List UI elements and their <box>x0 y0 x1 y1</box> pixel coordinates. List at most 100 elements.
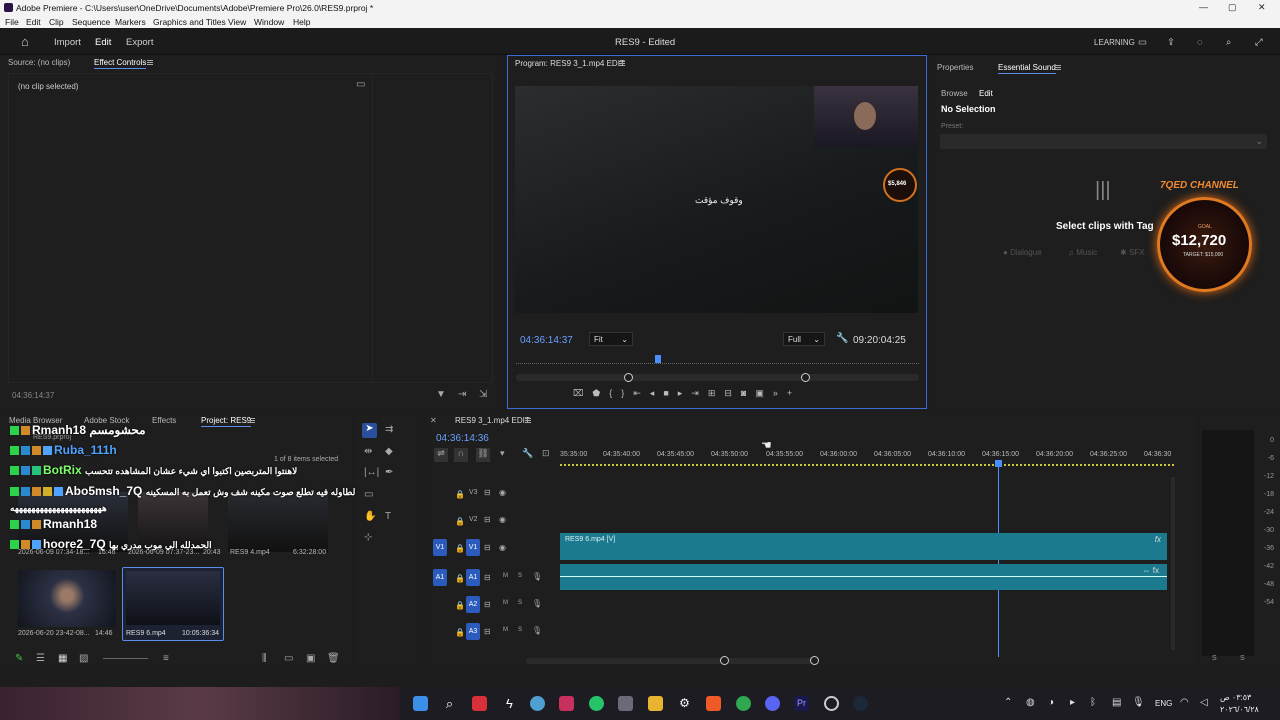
freeform-view-icon[interactable]: ▧ <box>79 653 88 664</box>
gear-icon[interactable]: ⚙ <box>677 696 692 711</box>
panel-menu-icon[interactable] <box>619 61 625 66</box>
zoom-slider[interactable] <box>103 658 148 659</box>
mute-button[interactable]: M <box>503 627 508 633</box>
track-name[interactable]: V2 <box>469 516 478 523</box>
timeline-timecode[interactable]: 04:36:14:36 <box>436 433 489 444</box>
solo-button[interactable]: S <box>518 627 522 633</box>
clock-time[interactable]: ٠٣:٥٣ ص <box>1220 693 1251 702</box>
toggle-timeline-icon[interactable]: ▭ <box>356 80 365 90</box>
new-bin-icon[interactable]: ▭ <box>284 653 293 664</box>
icon-view-icon[interactable]: ▦ <box>58 653 67 664</box>
close-tab-icon[interactable]: ✕ <box>430 416 437 426</box>
mark-in-icon[interactable]: { <box>609 388 621 398</box>
menu-clip[interactable]: Clip <box>49 17 64 27</box>
razor-icon[interactable]: ◆ <box>385 447 393 457</box>
sfx-button[interactable]: ✱ SFX <box>1120 248 1145 257</box>
volume-icon[interactable]: ◁ <box>1200 697 1208 708</box>
vertical-scrollbar[interactable] <box>1171 477 1175 650</box>
list-view-icon[interactable]: ☰ <box>36 653 45 664</box>
settings-wrench-icon[interactable]: 🔧 <box>522 448 533 459</box>
hand-icon[interactable]: ✋ <box>364 512 376 522</box>
lightning-icon[interactable]: ϟ <box>502 696 517 711</box>
tab-program[interactable]: Program: RES9 3_1.mp4 EDIT <box>515 59 625 68</box>
tab-effect-controls[interactable]: Effect Controls <box>94 58 147 69</box>
slip-icon[interactable]: |↔| <box>364 468 379 478</box>
menu-graphics[interactable]: Graphics and Titles <box>153 17 226 27</box>
menu-sequence[interactable]: Sequence <box>72 17 110 27</box>
snap-icon[interactable]: ∩ <box>454 448 468 462</box>
menu-edit[interactable]: Edit <box>26 17 41 27</box>
brave-icon[interactable] <box>706 696 721 711</box>
overwrite-icon[interactable]: ⊟ <box>724 388 741 398</box>
app-icon[interactable] <box>472 696 487 711</box>
step-forward-icon[interactable]: ▸ <box>678 388 692 398</box>
marker-icon[interactable]: ⬟ <box>592 388 609 398</box>
sync-icon[interactable]: ⊟ <box>484 600 491 609</box>
tab-project[interactable]: Project: RES9 <box>201 416 252 427</box>
horizontal-scrollbar[interactable] <box>526 658 816 664</box>
tray-app-icon[interactable]: ◍ <box>1026 697 1035 708</box>
app-icon[interactable] <box>589 696 604 711</box>
camera-icon[interactable]: ◙ <box>741 388 755 398</box>
discord-icon[interactable] <box>765 696 780 711</box>
insert-sequence-icon[interactable]: ⇌ <box>434 448 448 462</box>
time-ruler[interactable]: 35:35:00 04:35:40:00 04:35:45:00 04:35:5… <box>560 448 1174 466</box>
maximize-icon[interactable]: ▢ <box>1228 2 1237 13</box>
music-button[interactable]: ♫ Music <box>1068 248 1097 257</box>
eye-icon[interactable]: ◉ <box>499 543 506 552</box>
tray-app-icon[interactable]: ▤ <box>1112 697 1121 708</box>
menu-help[interactable]: Help <box>293 17 310 27</box>
track-target-a2[interactable]: A2 <box>466 596 480 613</box>
sync-icon[interactable]: ⊟ <box>484 573 491 582</box>
lock-icon[interactable]: 🔒 <box>455 601 465 610</box>
insert-icon[interactable]: ⊞ <box>708 388 725 398</box>
scroll-handle-left[interactable] <box>720 656 729 665</box>
import-tab[interactable]: Import <box>54 37 81 48</box>
mark-out-icon[interactable]: } <box>621 388 633 398</box>
track-name[interactable]: V3 <box>469 489 478 496</box>
tray-app-icon[interactable]: ◑ <box>1048 697 1054 708</box>
lock-icon[interactable]: 🔒 <box>455 517 465 526</box>
wrench-icon[interactable]: 🔧 <box>836 334 848 344</box>
network-icon[interactable]: ◠ <box>1180 697 1189 708</box>
zoom-scrollbar[interactable] <box>516 374 919 381</box>
compare-icon[interactable]: ▣ <box>755 388 773 398</box>
menu-markers[interactable]: Markers <box>115 17 146 27</box>
program-timecode[interactable]: 04:36:14:37 <box>520 335 573 346</box>
preset-select[interactable]: ⌄ <box>940 134 1267 149</box>
start-icon[interactable] <box>413 696 428 711</box>
close-icon[interactable]: ✕ <box>1258 2 1266 13</box>
sort-icon[interactable]: ≡ <box>163 653 169 664</box>
tab-properties[interactable]: Properties <box>937 63 973 72</box>
premiere-taskbar-icon[interactable]: Pr <box>794 696 809 711</box>
more-icon[interactable]: » <box>773 388 787 398</box>
track-target-v1[interactable]: V1 <box>466 539 480 556</box>
lock-icon[interactable]: 🔒 <box>455 628 465 637</box>
bluetooth-icon[interactable]: ᛒ <box>1090 697 1096 708</box>
pencil-icon[interactable]: ✎ <box>15 653 23 664</box>
go-to-in-icon[interactable]: ⇤ <box>633 388 650 398</box>
rectangle-icon[interactable]: ▭ <box>364 490 373 500</box>
linked-selection-icon[interactable]: ⛓ <box>476 448 490 462</box>
dialogue-button[interactable]: ● Dialogue <box>1003 248 1042 257</box>
progress-icon[interactable]: ◌ <box>1197 37 1203 48</box>
solo-button[interactable]: S <box>518 600 522 606</box>
tab-essential-sound[interactable]: Essential Sound <box>998 63 1056 74</box>
source-patch-a1[interactable]: A1 <box>433 569 447 586</box>
lock-icon[interactable]: 🔒 <box>455 544 465 553</box>
ripple-edit-icon[interactable]: ⇹ <box>364 447 372 457</box>
go-to-out-icon[interactable]: ⇥ <box>691 388 708 398</box>
menu-view[interactable]: View <box>228 17 246 27</box>
filter-icon[interactable]: ▼ <box>436 390 446 400</box>
panel-menu-icon[interactable] <box>1055 65 1061 70</box>
edit-subtab[interactable]: Edit <box>979 89 993 99</box>
mute-button[interactable]: M <box>503 600 508 606</box>
stop-icon[interactable]: ■ <box>663 388 677 398</box>
menu-file[interactable]: File <box>5 17 19 27</box>
scroll-handle-right[interactable] <box>801 373 810 382</box>
program-ruler[interactable] <box>516 358 919 364</box>
search-icon[interactable]: ⌕ <box>442 696 457 711</box>
clip-thumbnail[interactable] <box>228 492 328 552</box>
nested-icon[interactable]: ⇲ <box>479 390 487 400</box>
microphone-icon[interactable]: 🎙 <box>532 572 542 581</box>
